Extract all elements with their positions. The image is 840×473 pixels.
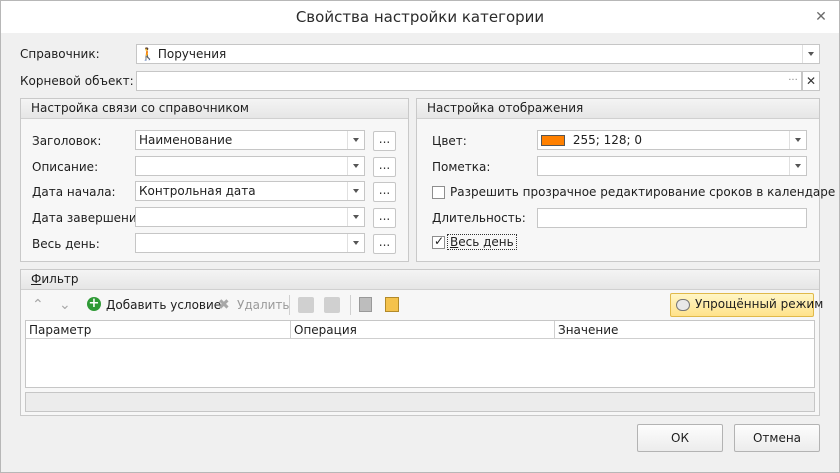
title-bar: Свойства настройки категории ✕ [1, 1, 839, 33]
simple-mode-icon [676, 299, 690, 311]
person-walking-icon: 🚶 [140, 47, 155, 61]
start-date-combo-value: Контрольная дата [139, 184, 256, 198]
directory-combo[interactable]: 🚶 Поручения [136, 44, 820, 64]
end-date-combo[interactable] [135, 207, 365, 227]
toolbar-divider [289, 295, 290, 315]
filter-accel: Ф [31, 272, 42, 286]
color-combo[interactable]: 255; 128; 0 [537, 130, 807, 150]
chevron-up-icon[interactable]: ⌃ [32, 297, 48, 313]
close-icon[interactable]: ✕ [813, 9, 829, 25]
all-day-label-rest: есь день [458, 235, 514, 249]
filter-title-rest: ильтр [41, 272, 79, 286]
root-object-field[interactable]: ··· [136, 71, 802, 91]
ungroup-icon[interactable] [324, 297, 340, 313]
window-title: Свойства настройки категории [295, 8, 545, 26]
start-date-label: Дата начала: [32, 185, 116, 199]
chevron-down-icon[interactable] [789, 131, 806, 149]
directory-label: Справочник: [20, 47, 100, 61]
clear-button[interactable]: ✕ [802, 71, 820, 91]
transparent-edit-label: Разрешить прозрачное редактирование срок… [450, 185, 836, 199]
filter-status-bar [25, 392, 815, 412]
description-combo[interactable] [135, 156, 365, 176]
title-dots-button[interactable]: ... [373, 131, 396, 151]
directory-value: Поручения [157, 47, 227, 61]
column-header-operation[interactable]: Операция [291, 321, 555, 339]
simple-mode-button[interactable]: Упрощённый режим [670, 293, 823, 317]
color-swatch [541, 135, 565, 146]
mark-label: Пометка: [432, 160, 491, 174]
column-header-parameter[interactable]: Параметр [26, 321, 291, 339]
delete-icon[interactable]: ✖ [218, 297, 234, 313]
toolbar-divider [350, 295, 351, 315]
browse-button[interactable]: ··· [785, 72, 801, 90]
add-icon[interactable]: + [87, 297, 101, 311]
title-field-label: Заголовок: [32, 134, 102, 148]
group-icon[interactable] [298, 297, 314, 313]
chevron-down-icon[interactable] [347, 234, 364, 252]
all-day-accel: В [450, 235, 459, 249]
end-date-dots-button[interactable]: ... [373, 208, 396, 228]
chevron-down-icon[interactable]: ⌄ [59, 297, 75, 313]
end-date-label: Дата завершения: [32, 211, 148, 225]
chevron-down-icon[interactable] [347, 131, 364, 149]
chevron-down-icon[interactable] [789, 157, 806, 175]
chevron-down-icon[interactable] [347, 157, 364, 175]
all-day-checkbox[interactable] [432, 234, 445, 249]
title-combo[interactable]: Наименование [135, 130, 365, 150]
link-group-title: Настройка связи со справочником [21, 99, 408, 119]
add-condition-button[interactable]: Добавить условие [106, 296, 221, 314]
display-group-title: Настройка отображения [417, 99, 819, 119]
chevron-down-icon[interactable] [347, 182, 364, 200]
paste-icon[interactable] [385, 297, 399, 312]
root-object-label: Корневой объект: [20, 74, 134, 88]
transparent-edit-checkbox[interactable] [432, 186, 445, 199]
simple-mode-label: Упрощённый режим [695, 297, 824, 311]
duration-label: Длительность: [432, 211, 526, 225]
start-date-combo[interactable]: Контрольная дата [135, 181, 365, 201]
description-dots-button[interactable]: ... [373, 157, 396, 177]
delete-button[interactable]: Удалить [237, 296, 290, 314]
all-day-dots-button[interactable]: ... [373, 234, 396, 254]
color-value: 255; 128; 0 [572, 133, 642, 147]
cancel-button[interactable]: Отмена [734, 424, 820, 452]
all-day-checkbox-label: Весь день [447, 234, 517, 250]
all-day-field-label: Весь день: [32, 237, 100, 251]
all-day-combo[interactable] [135, 233, 365, 253]
filter-group-title: Фильтр [21, 270, 819, 290]
copy-icon[interactable] [359, 297, 372, 312]
chevron-down-icon[interactable] [802, 45, 819, 63]
filter-grid[interactable]: Параметр Операция Значение [25, 320, 815, 388]
description-field-label: Описание: [32, 160, 99, 174]
duration-input[interactable] [537, 208, 807, 228]
properties-dialog: Свойства настройки категории ✕ Справочни… [0, 0, 840, 473]
mark-combo[interactable] [537, 156, 807, 176]
ok-button[interactable]: ОК [637, 424, 723, 452]
chevron-down-icon[interactable] [347, 208, 364, 226]
color-label: Цвет: [432, 134, 467, 148]
start-date-dots-button[interactable]: ... [373, 182, 396, 202]
title-combo-value: Наименование [139, 133, 233, 147]
column-header-value[interactable]: Значение [555, 321, 814, 339]
